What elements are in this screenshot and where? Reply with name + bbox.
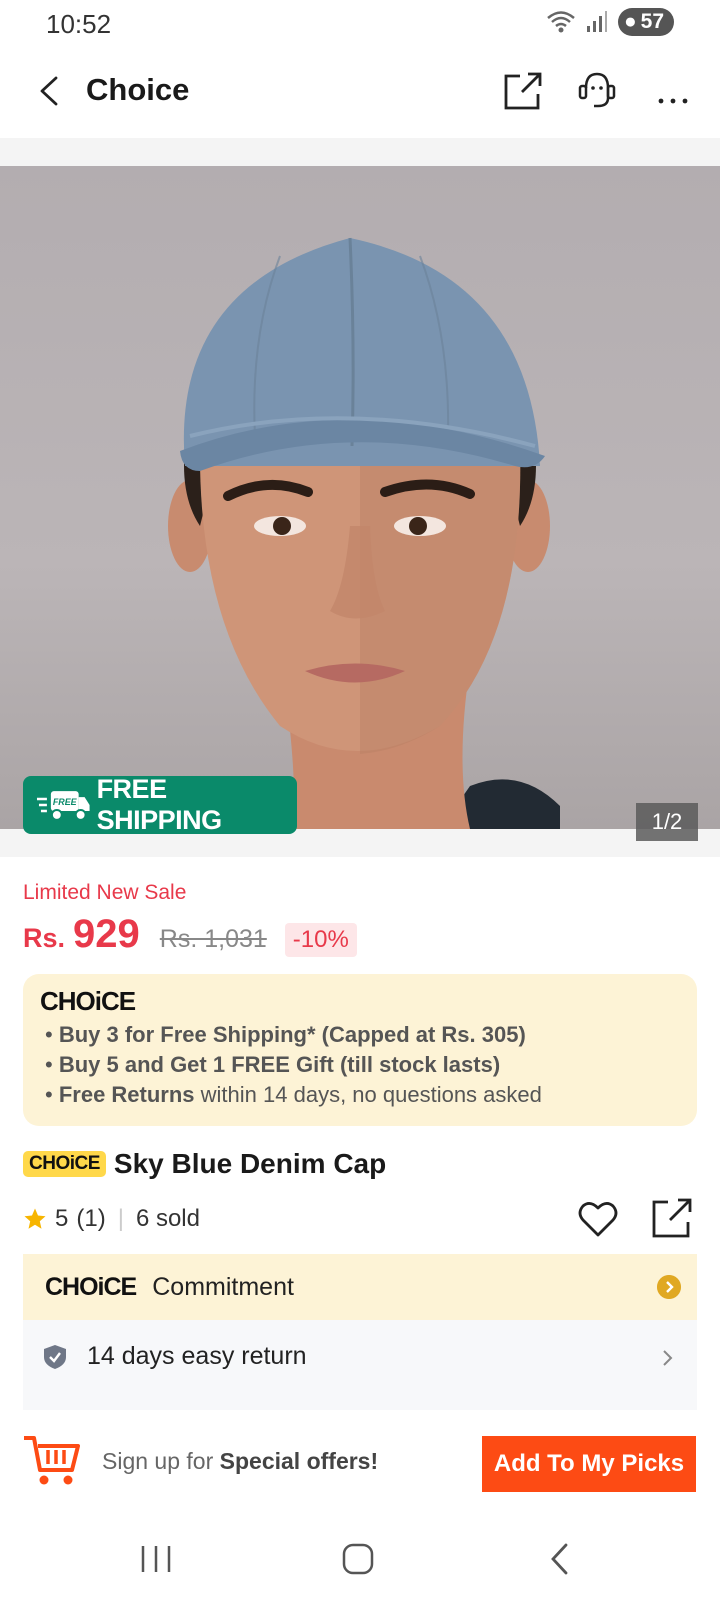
perk-item: • Buy 5 and Get 1 FREE Gift (till stock …: [45, 1052, 501, 1077]
recent-apps-icon: [141, 1546, 171, 1572]
bottom-action-bar: Sign up for Special offers! Add To My Pi…: [0, 1424, 720, 1504]
sale-label: Limited New Sale: [23, 881, 187, 904]
shield-check-icon: [44, 1345, 66, 1369]
chevron-right-icon: [663, 1350, 673, 1366]
back-icon: [551, 1543, 568, 1575]
choice-benefits-box: CHOiCE • Buy 3 for Free Shipping* (Cappe…: [23, 974, 697, 1126]
free-shipping-label: FREE SHIPPING: [96, 774, 223, 835]
discount-badge: -10%: [284, 923, 357, 957]
recent-apps-button[interactable]: [126, 1534, 186, 1584]
wishlist-heart-icon[interactable]: [576, 1197, 620, 1241]
home-button[interactable]: [328, 1534, 388, 1584]
top-bar: Choice: [0, 56, 720, 126]
customer-service-icon[interactable]: [574, 68, 620, 114]
truck-free-label: FREE: [53, 797, 78, 807]
page-title: Choice: [86, 72, 190, 107]
back-button[interactable]: [530, 1534, 590, 1584]
price-row: Rs. 929 Rs. 1,031 -10%: [23, 912, 357, 957]
battery-indicator: ● 57: [617, 8, 674, 36]
status-icons: ● 57: [546, 8, 674, 36]
back-arrow-icon[interactable]: [30, 70, 72, 112]
share-icon[interactable]: [650, 1196, 694, 1240]
chevron-right-circle-icon: [657, 1275, 681, 1299]
commitment-bar[interactable]: CHOiCE Commitment: [23, 1254, 697, 1320]
status-time: 10:52: [46, 9, 112, 39]
choice-logo: CHOiCE: [40, 986, 136, 1016]
product-image[interactable]: [0, 166, 720, 829]
choice-tag: CHOiCE: [23, 1151, 106, 1177]
easy-return-row[interactable]: 14 days easy return: [23, 1320, 697, 1410]
image-counter: 1/2: [636, 803, 698, 841]
signup-prompt[interactable]: Sign up for Special offers!: [102, 1448, 378, 1475]
separator: |: [117, 1205, 124, 1232]
battery-level: 57: [640, 10, 664, 33]
battery-leaf-icon: ●: [623, 10, 637, 33]
choice-logo: CHOiCE: [45, 1272, 137, 1301]
current-price: 929: [73, 912, 140, 956]
delivery-truck-icon: FREE: [36, 791, 90, 821]
commitment-label: Commitment: [152, 1272, 294, 1301]
cart-icon[interactable]: [22, 1432, 80, 1488]
product-photo-illustration: [168, 237, 560, 829]
easy-return-label: 14 days easy return: [87, 1342, 307, 1370]
star-icon: [24, 1208, 46, 1229]
rating-count: (1): [76, 1205, 106, 1232]
system-nav-bar: [0, 1518, 720, 1600]
rating-value: 5: [55, 1205, 69, 1232]
perk-list: • Buy 3 for Free Shipping* (Capped at Rs…: [45, 1020, 542, 1110]
home-icon: [342, 1543, 374, 1575]
wifi-icon: [547, 11, 575, 33]
add-to-my-picks-button[interactable]: Add To My Picks: [482, 1436, 696, 1492]
free-shipping-badge: FREE FREE SHIPPING: [23, 774, 297, 835]
divider: [0, 138, 720, 166]
signal-icon: [586, 11, 607, 32]
product-title-row: CHOiCE Sky Blue Denim Cap: [23, 1148, 386, 1180]
more-options-icon[interactable]: [650, 68, 696, 114]
status-bar: 10:52 ● 57: [0, 0, 720, 46]
perk-item: • Free Returns within 14 days, no questi…: [45, 1082, 542, 1107]
share-icon[interactable]: [500, 68, 546, 114]
sold-count: 6 sold: [135, 1205, 200, 1232]
price-currency: Rs.: [23, 923, 66, 953]
product-title: Sky Blue Denim Cap: [113, 1148, 387, 1179]
rating-row[interactable]: 5 (1) | 6 sold: [23, 1205, 200, 1233]
perk-item: • Buy 3 for Free Shipping* (Capped at Rs…: [45, 1022, 526, 1047]
original-price: Rs. 1,031: [159, 925, 267, 953]
